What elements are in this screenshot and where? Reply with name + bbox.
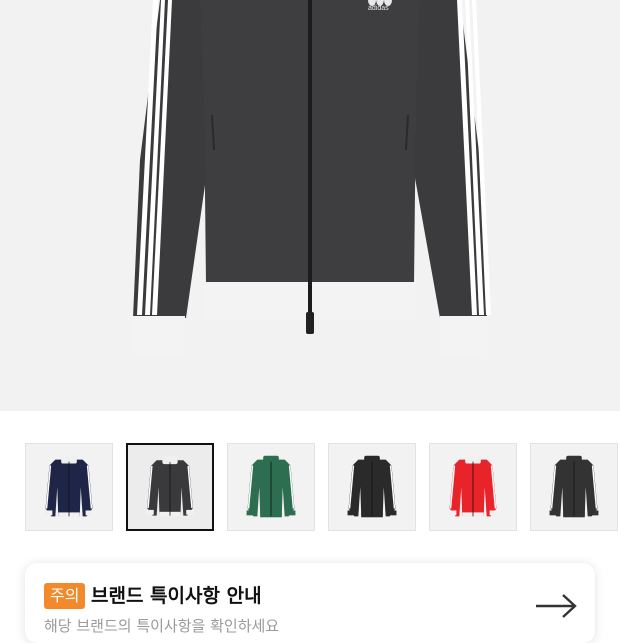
thumbnail-navy[interactable] [25,443,113,531]
notice-title: 브랜드 특이사항 안내 [91,585,262,607]
thumbnail-green[interactable] [227,443,315,531]
notice-subtitle: 해당 브랜드의 특이사항을 확인하세요 [44,617,280,635]
arrow-right-icon[interactable] [535,593,579,619]
thumbnail-strip [25,443,620,531]
caution-badge: 주의 [44,583,86,609]
jacket-image: adidas [133,0,491,354]
brand-notice-card[interactable]: 주의 브랜드 특이사항 안내 해당 브랜드의 특이사항을 확인하세요 [25,563,595,643]
product-hero-image[interactable]: adidas [0,0,620,411]
thumbnail-dark-grey[interactable] [126,443,214,531]
thumbnail-charcoal[interactable] [530,443,618,531]
brand-logo-text: adidas [368,5,389,12]
thumbnail-black[interactable] [328,443,416,531]
thumbnail-red[interactable] [429,443,517,531]
